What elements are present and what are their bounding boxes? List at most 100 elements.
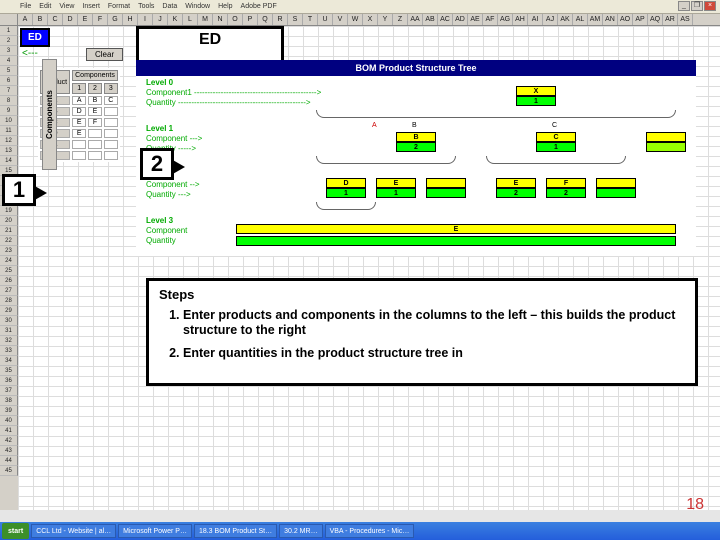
start-button[interactable]: start xyxy=(2,523,29,539)
col-I[interactable]: I xyxy=(138,14,153,25)
col-T[interactable]: T xyxy=(303,14,318,25)
tree-node[interactable]: F xyxy=(546,178,586,188)
col-O[interactable]: O xyxy=(228,14,243,25)
taskbar-item[interactable]: 30.2 MR… xyxy=(279,524,322,538)
tree-node[interactable] xyxy=(646,132,686,142)
components-side-label: Components xyxy=(42,59,57,170)
menu-window[interactable]: Window xyxy=(185,3,210,10)
col-AP[interactable]: AP xyxy=(633,14,648,25)
col-N[interactable]: N xyxy=(213,14,228,25)
tree-qty[interactable]: 1 xyxy=(516,96,556,106)
tree-node[interactable] xyxy=(596,178,636,188)
col-F[interactable]: F xyxy=(93,14,108,25)
col-M[interactable]: M xyxy=(198,14,213,25)
tree-node-hdr: C xyxy=(552,122,557,129)
col-AH[interactable]: AH xyxy=(513,14,528,25)
col-AD[interactable]: AD xyxy=(453,14,468,25)
window-close-icon[interactable]: × xyxy=(704,1,716,11)
col-P[interactable]: P xyxy=(243,14,258,25)
tree-node[interactable]: E xyxy=(496,178,536,188)
tree-qty[interactable] xyxy=(596,188,636,198)
col-Y[interactable]: Y xyxy=(378,14,393,25)
menu-format[interactable]: Format xyxy=(108,3,130,10)
col-Q[interactable]: Q xyxy=(258,14,273,25)
col-AA[interactable]: AA xyxy=(408,14,423,25)
menu-data[interactable]: Data xyxy=(162,3,177,10)
tree-qty[interactable]: 1 xyxy=(376,188,416,198)
tree-node[interactable]: X xyxy=(516,86,556,96)
tree-qty[interactable]: 1 xyxy=(326,188,366,198)
tree-node[interactable]: D xyxy=(326,178,366,188)
col-V[interactable]: V xyxy=(333,14,348,25)
tree-node[interactable]: B xyxy=(396,132,436,142)
menu-file[interactable]: File xyxy=(20,3,31,10)
taskbar-item[interactable]: Microsoft Power P… xyxy=(118,524,192,538)
menu-insert[interactable]: Insert xyxy=(82,3,100,10)
col-AS[interactable]: AS xyxy=(678,14,693,25)
col-AR[interactable]: AR xyxy=(663,14,678,25)
menu-help[interactable]: Help xyxy=(218,3,232,10)
col-D[interactable]: D xyxy=(63,14,78,25)
level3-quantity-row: Quantity xyxy=(146,236,176,245)
tree-node[interactable]: C xyxy=(536,132,576,142)
col-AC[interactable]: AC xyxy=(438,14,453,25)
col-U[interactable]: U xyxy=(318,14,333,25)
clear-button[interactable]: Clear xyxy=(86,48,123,61)
col-AM[interactable]: AM xyxy=(588,14,603,25)
col-Z[interactable]: Z xyxy=(393,14,408,25)
back-arrow-icon[interactable]: <--- xyxy=(22,48,38,59)
col-AJ[interactable]: AJ xyxy=(543,14,558,25)
col-W[interactable]: W xyxy=(348,14,363,25)
col-E[interactable]: E xyxy=(78,14,93,25)
taskbar-item[interactable]: CCL Ltd - Website | al… xyxy=(31,524,116,538)
col-AK[interactable]: AK xyxy=(558,14,573,25)
col-B[interactable]: B xyxy=(33,14,48,25)
level0-label: Level 0 xyxy=(146,78,173,87)
tree-node[interactable]: E xyxy=(376,178,416,188)
col-A[interactable]: A xyxy=(18,14,33,25)
taskbar[interactable]: start CCL Ltd - Website | al… Microsoft … xyxy=(0,522,720,540)
col-AO[interactable]: AO xyxy=(618,14,633,25)
col-C[interactable]: C xyxy=(48,14,63,25)
tree-node[interactable]: E xyxy=(236,224,676,234)
col-AG[interactable]: AG xyxy=(498,14,513,25)
col-AF[interactable]: AF xyxy=(483,14,498,25)
col-R[interactable]: R xyxy=(273,14,288,25)
tree-qty[interactable]: 2 xyxy=(496,188,536,198)
col-G[interactable]: G xyxy=(108,14,123,25)
col-AE[interactable]: AE xyxy=(468,14,483,25)
col-AL[interactable]: AL xyxy=(573,14,588,25)
menu-view[interactable]: View xyxy=(59,3,74,10)
menu-edit[interactable]: Edit xyxy=(39,3,51,10)
tree-node[interactable] xyxy=(426,178,466,188)
col-L[interactable]: L xyxy=(183,14,198,25)
tree-qty[interactable] xyxy=(426,188,466,198)
row-headers: 1234567891011121314151617181920212223242… xyxy=(0,26,18,510)
window-restore-icon[interactable]: ❐ xyxy=(691,1,703,11)
tree-qty[interactable] xyxy=(236,236,676,246)
col-AQ[interactable]: AQ xyxy=(648,14,663,25)
col-AI[interactable]: AI xyxy=(528,14,543,25)
menu-bar[interactable]: File Edit View Insert Format Tools Data … xyxy=(0,0,720,14)
tree-qty[interactable] xyxy=(646,142,686,152)
tree-qty[interactable]: 1 xyxy=(536,142,576,152)
col-AN[interactable]: AN xyxy=(603,14,618,25)
bom-tree: Level 0 Component1 ---------------------… xyxy=(136,76,696,256)
menu-tools[interactable]: Tools xyxy=(138,3,154,10)
col-S[interactable]: S xyxy=(288,14,303,25)
window-minimize-icon[interactable]: _ xyxy=(678,1,690,11)
level2-component-row: Component --> xyxy=(146,180,200,189)
col-J[interactable]: J xyxy=(153,14,168,25)
col-AB[interactable]: AB xyxy=(423,14,438,25)
tree-qty[interactable]: 2 xyxy=(396,142,436,152)
menu-adobe[interactable]: Adobe PDF xyxy=(241,3,277,10)
taskbar-item[interactable]: 18.3 BOM Product St… xyxy=(194,524,277,538)
tree-qty[interactable]: 2 xyxy=(546,188,586,198)
level1-label: Level 1 xyxy=(146,124,173,133)
ed-cell[interactable]: ED xyxy=(20,28,50,47)
level2-quantity-row: Quantity ---> xyxy=(146,190,191,199)
taskbar-item[interactable]: VBA - Procedures - Mic… xyxy=(325,524,415,538)
col-X[interactable]: X xyxy=(363,14,378,25)
col-H[interactable]: H xyxy=(123,14,138,25)
col-K[interactable]: K xyxy=(168,14,183,25)
